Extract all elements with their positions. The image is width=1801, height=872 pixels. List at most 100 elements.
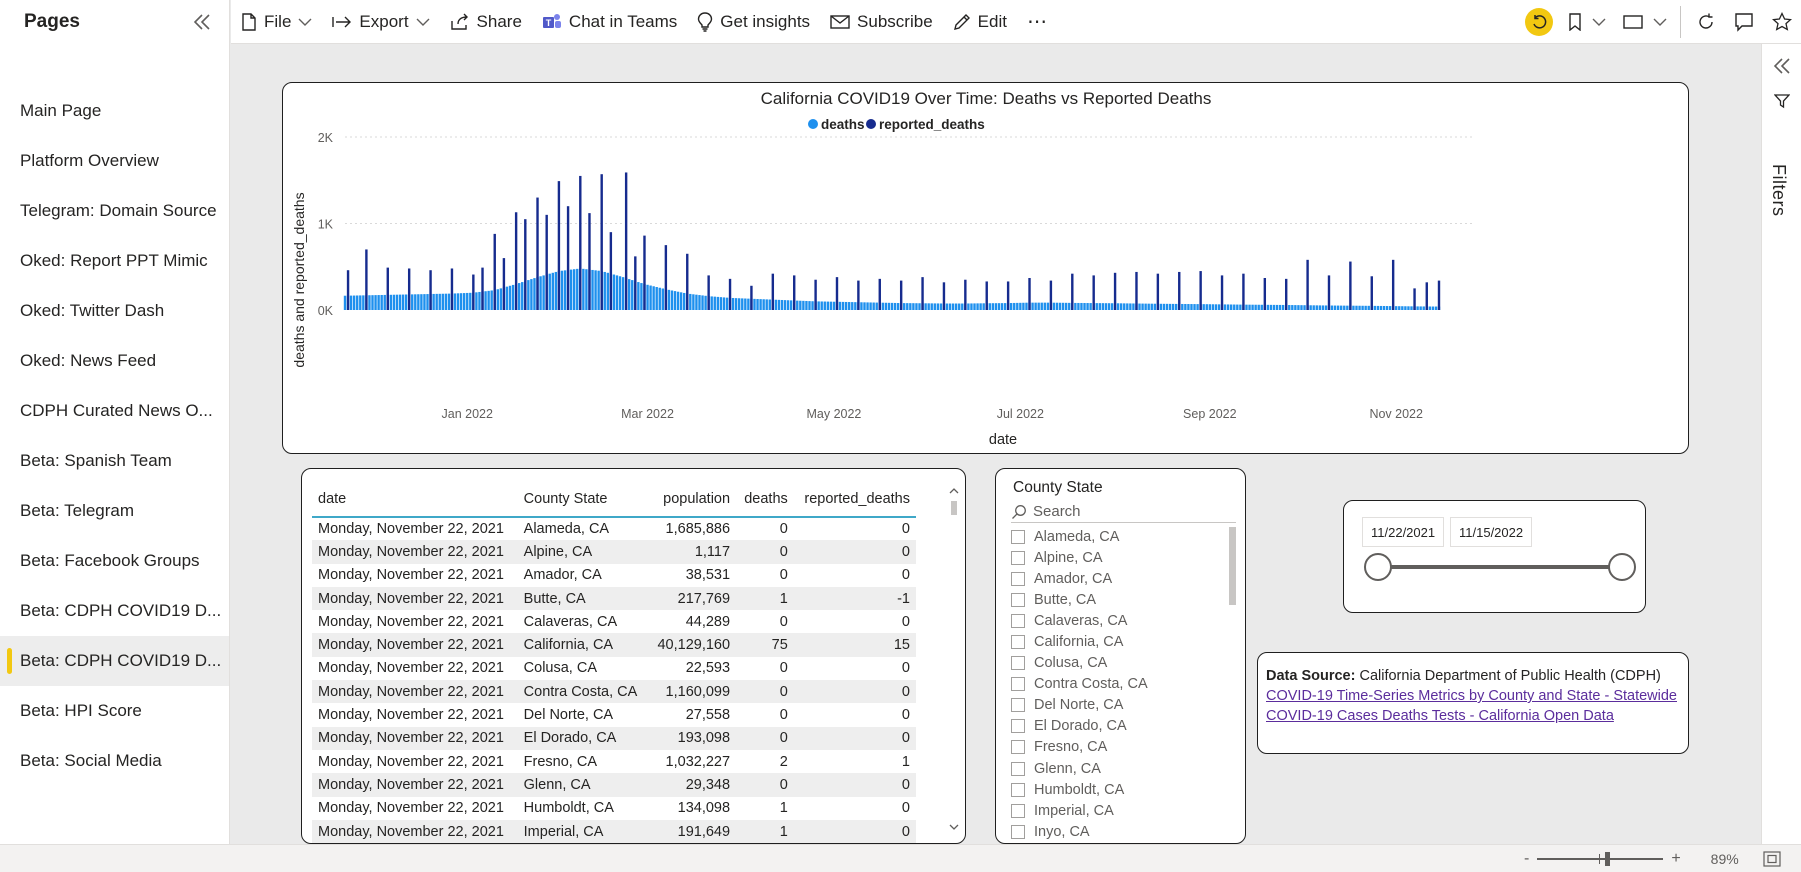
slicer-item[interactable]: Calaveras, CA: [1011, 610, 1221, 631]
column-header[interactable]: reported_deaths: [793, 481, 916, 518]
checkbox[interactable]: [1011, 824, 1025, 839]
data-table-visual[interactable]: date County State population deaths reported…: [301, 468, 966, 844]
page-item[interactable]: Beta: CDPH COVID19 D...: [0, 636, 229, 686]
page-item[interactable]: Oked: Twitter Dash: [0, 286, 229, 336]
zoom-out-button[interactable]: -: [1524, 850, 1529, 868]
table-row[interactable]: Monday, November 22, 2021 Glenn, CA 29,348…: [312, 773, 916, 797]
more-options-button[interactable]: ⋯: [1017, 4, 1057, 40]
table-row[interactable]: Monday, November 22, 2021 Alpine, CA 1,117…: [312, 540, 916, 564]
start-date-input[interactable]: 11/22/2021: [1362, 517, 1444, 547]
start-date-handle[interactable]: [1364, 553, 1392, 581]
open-data-link[interactable]: COVID-19 Cases Deaths Tests - California…: [1266, 708, 1614, 724]
timeseries-link[interactable]: COVID-19 Time-Series Metrics by County a…: [1266, 688, 1677, 704]
slicer-item[interactable]: Amador, CA: [1011, 568, 1221, 589]
share-button[interactable]: Share: [440, 4, 532, 40]
slicer-search[interactable]: Search: [1011, 501, 1236, 523]
page-item[interactable]: Beta: Spanish Team: [0, 436, 229, 486]
slicer-item[interactable]: El Dorado, CA: [1011, 716, 1221, 737]
checkbox[interactable]: [1011, 761, 1025, 776]
chart-visual[interactable]: California COVID19 Over Time: Deaths vs …: [282, 82, 1689, 454]
comments-button[interactable]: [1725, 4, 1763, 40]
column-header[interactable]: deaths: [736, 481, 794, 518]
deaths-bar: [1003, 303, 1007, 310]
edit-button[interactable]: Edit: [943, 4, 1017, 40]
get-insights-button[interactable]: Get insights: [687, 4, 820, 40]
checkbox[interactable]: [1011, 719, 1025, 734]
table-scrollbar[interactable]: [949, 487, 959, 831]
end-date-input[interactable]: 11/15/2022: [1450, 517, 1532, 547]
reset-button[interactable]: [1520, 4, 1558, 40]
page-item[interactable]: Telegram: Domain Source: [0, 186, 229, 236]
table-row[interactable]: Monday, November 22, 2021 Amador, CA 38,53…: [312, 564, 916, 587]
table-row[interactable]: Monday, November 22, 2021 Calaveras, CA 44…: [312, 610, 916, 633]
slicer-item[interactable]: Alameda, CA: [1011, 526, 1221, 547]
table-row[interactable]: Monday, November 22, 2021 Butte, CA 217,76…: [312, 586, 916, 611]
checkbox[interactable]: [1011, 656, 1025, 671]
file-menu[interactable]: File: [231, 4, 322, 40]
page-item[interactable]: Oked: Report PPT Mimic: [0, 236, 229, 286]
checkbox[interactable]: [1011, 550, 1025, 565]
table-scroll-thumb[interactable]: [951, 501, 957, 515]
checkbox[interactable]: [1011, 740, 1025, 755]
page-item[interactable]: CDPH Curated News O...: [0, 386, 229, 436]
favorite-button[interactable]: [1763, 4, 1801, 40]
checkbox[interactable]: [1011, 803, 1025, 818]
zoom-in-button[interactable]: +: [1671, 850, 1680, 868]
checkbox[interactable]: [1011, 677, 1025, 692]
column-header[interactable]: date: [312, 481, 518, 518]
slicer-item[interactable]: Imperial, CA: [1011, 800, 1221, 821]
checkbox[interactable]: [1011, 571, 1025, 586]
page-item[interactable]: Oked: News Feed: [0, 336, 229, 386]
subscribe-button[interactable]: Subscribe: [820, 4, 943, 40]
deaths-bar: [435, 293, 438, 310]
page-item[interactable]: Main Page: [0, 86, 229, 136]
slicer-item[interactable]: Glenn, CA: [1011, 758, 1221, 779]
table-row[interactable]: Monday, November 22, 2021 Fresno, CA 1,032…: [312, 750, 916, 773]
checkbox[interactable]: [1011, 635, 1025, 650]
expand-filters-icon[interactable]: [1772, 56, 1792, 76]
checkbox[interactable]: [1011, 592, 1025, 607]
slicer-item[interactable]: Del Norte, CA: [1011, 695, 1221, 716]
zoom-slider[interactable]: [1537, 852, 1664, 866]
collapse-pages-icon[interactable]: [189, 9, 215, 35]
table-row[interactable]: Monday, November 22, 2021 Colusa, CA 22,59…: [312, 657, 916, 680]
view-button[interactable]: [1616, 4, 1674, 40]
checkbox[interactable]: [1011, 613, 1025, 628]
slicer-item[interactable]: Butte, CA: [1011, 589, 1221, 610]
slicer-scrollbar[interactable]: [1229, 527, 1236, 605]
checkbox[interactable]: [1011, 782, 1025, 797]
checkbox[interactable]: [1011, 529, 1025, 544]
table-row[interactable]: Monday, November 22, 2021 El Dorado, CA 19…: [312, 726, 916, 750]
slicer-item[interactable]: Fresno, CA: [1011, 737, 1221, 758]
date-range-track[interactable]: [1378, 565, 1622, 569]
slicer-item[interactable]: California, CA: [1011, 631, 1221, 652]
export-menu[interactable]: Export: [322, 4, 439, 40]
fit-to-page-icon[interactable]: [1763, 851, 1781, 867]
table-row[interactable]: Monday, November 22, 2021 Humboldt, CA 134…: [312, 797, 916, 820]
slicer-item[interactable]: Humboldt, CA: [1011, 779, 1221, 800]
page-item[interactable]: Beta: Social Media: [0, 736, 229, 786]
page-item[interactable]: Platform Overview: [0, 136, 229, 186]
column-header[interactable]: population: [648, 481, 737, 518]
page-item[interactable]: Beta: Facebook Groups: [0, 536, 229, 586]
column-header[interactable]: County State: [517, 481, 649, 518]
zoom-slider-thumb[interactable]: [1605, 852, 1611, 866]
page-item[interactable]: Beta: CDPH COVID19 D...: [0, 586, 229, 636]
slicer-item[interactable]: Inyo, CA: [1011, 821, 1221, 842]
end-date-handle[interactable]: [1608, 553, 1636, 581]
filters-pane[interactable]: Filters: [1761, 44, 1801, 844]
page-item[interactable]: Beta: Telegram: [0, 486, 229, 536]
page-item[interactable]: Beta: HPI Score: [0, 686, 229, 736]
slicer-item[interactable]: Contra Costa, CA: [1011, 674, 1221, 695]
refresh-button[interactable]: [1687, 4, 1725, 40]
table-row[interactable]: Monday, November 22, 2021 Alameda, CA 1,68…: [312, 517, 916, 540]
slicer-item[interactable]: Colusa, CA: [1011, 653, 1221, 674]
checkbox[interactable]: [1011, 698, 1025, 713]
chat-in-teams-button[interactable]: T Chat in Teams: [532, 4, 687, 40]
table-row[interactable]: Monday, November 22, 2021 Contra Costa, C…: [312, 680, 916, 704]
table-row[interactable]: Monday, November 22, 2021 Del Norte, CA 27…: [312, 703, 916, 726]
table-row[interactable]: Monday, November 22, 2021 Imperial, CA 191…: [312, 819, 916, 843]
slicer-item[interactable]: Alpine, CA: [1011, 547, 1221, 568]
bookmark-button[interactable]: [1558, 4, 1616, 40]
table-row[interactable]: Monday, November 22, 2021 California, CA 4…: [312, 633, 916, 657]
